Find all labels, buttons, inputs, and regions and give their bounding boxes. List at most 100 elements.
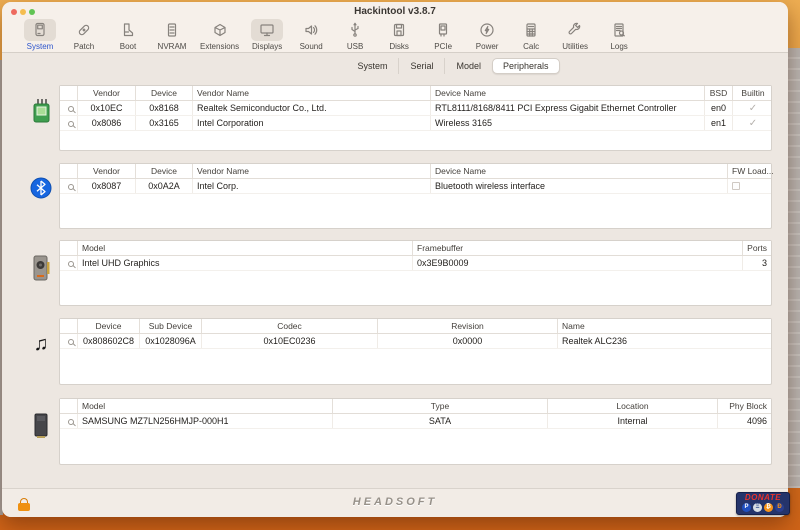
checkbox-cell[interactable]: ✓: [733, 116, 771, 130]
column-header[interactable]: Codec: [202, 319, 378, 333]
table-row[interactable]: Intel UHD Graphics 0x3E9B0009 3: [60, 256, 771, 271]
table-cell: SATA: [333, 414, 548, 428]
nvram-icon: [156, 19, 188, 41]
row-search-cell: [60, 334, 78, 348]
dogecoin-coin-icon: Ð: [775, 503, 784, 512]
tab-serial[interactable]: Serial: [399, 58, 446, 74]
header-spacer: [60, 86, 78, 100]
column-header[interactable]: Ports: [743, 241, 773, 255]
column-header[interactable]: Phy Block: [718, 399, 773, 413]
tab-model[interactable]: Model: [445, 58, 492, 74]
toolbar-item-pcie[interactable]: PCIe: [421, 19, 465, 51]
toolbar-item-nvram[interactable]: NVRAM: [150, 19, 194, 51]
tab-peripherals[interactable]: Peripherals: [492, 58, 560, 74]
headsoft-logo: HEADSOFT: [352, 496, 438, 508]
toolbar-item-calc[interactable]: Calc: [509, 19, 553, 51]
column-header[interactable]: Vendor: [78, 86, 136, 100]
column-header[interactable]: BSD: [705, 86, 733, 100]
usb-icon: [339, 19, 371, 41]
table-header: Vendor Device Vendor Name Device Name FW Loa…: [60, 164, 773, 179]
toolbar-item-label: Utilities: [562, 42, 589, 51]
column-header[interactable]: Device Name: [431, 86, 705, 100]
column-header[interactable]: Type: [333, 399, 548, 413]
column-header[interactable]: Sub Device: [140, 319, 202, 333]
magnifier-icon[interactable]: [68, 419, 74, 425]
toolbar-item-label: System: [26, 42, 54, 51]
magnifier-icon[interactable]: [68, 261, 74, 267]
column-header[interactable]: Builtin: [733, 86, 773, 100]
column-header[interactable]: Revision: [378, 319, 558, 333]
disks-icon: [383, 19, 415, 41]
toolbar-item-label: PCIe: [434, 42, 453, 51]
magnifier-icon[interactable]: [68, 184, 74, 190]
column-header[interactable]: Device: [78, 319, 140, 333]
table-row[interactable]: 0x10EC 0x8168 Realtek Semiconductor Co., L…: [60, 101, 771, 116]
row-search-cell: [60, 179, 78, 193]
toolbar-item-label: Sound: [299, 42, 323, 51]
toolbar-item-patch[interactable]: Patch: [62, 19, 106, 51]
ethernet-icon: [26, 98, 56, 133]
toolbar-item-extensions[interactable]: Extensions: [194, 19, 245, 51]
toolbar-item-displays[interactable]: Displays: [245, 19, 289, 51]
column-header[interactable]: Location: [548, 399, 718, 413]
ethereum-coin-icon: Ξ: [753, 503, 762, 512]
table-row[interactable]: 0x8087 0x0A2A Intel Corp. Bluetooth wireles…: [60, 179, 771, 194]
toolbar-item-disks[interactable]: Disks: [377, 19, 421, 51]
column-header[interactable]: FW Load...: [728, 164, 773, 178]
table-cell: 3: [761, 258, 767, 268]
table-cell: 0x8086: [78, 116, 136, 130]
table-row[interactable]: 0x8086 0x3165 Intel Corporation Wireless 31…: [60, 116, 771, 131]
toolbar-item-usb[interactable]: USB: [333, 19, 377, 51]
bluetooth-table: Vendor Device Vendor Name Device Name FW Loa…: [59, 163, 773, 229]
column-header[interactable]: Vendor Name: [193, 164, 431, 178]
magnifier-icon[interactable]: [68, 121, 74, 127]
toolbar-item-boot[interactable]: Boot: [106, 19, 150, 51]
utilities-icon: [559, 19, 591, 41]
column-header[interactable]: Vendor: [78, 164, 136, 178]
table-cell: Intel UHD Graphics: [78, 256, 413, 270]
hackintool-window: Hackintool v3.8.7 System Patch Boot NVRA…: [2, 2, 788, 517]
checkbox-cell[interactable]: [728, 179, 771, 193]
sound-icon: [295, 19, 327, 41]
system-icon: [24, 19, 56, 41]
table-row[interactable]: 0x808602C8 0x1028096A 0x10EC0236 0x0000 Real…: [60, 334, 771, 349]
magnifier-icon[interactable]: [68, 106, 74, 112]
column-header[interactable]: Model: [78, 241, 413, 255]
storage-table: Model Type Location Phy Block SAMSUNG MZ7LN…: [59, 398, 772, 465]
table-cell: 0x808602C8: [78, 334, 140, 348]
column-header[interactable]: Device: [136, 86, 193, 100]
checkmark-icon[interactable]: ✓: [749, 103, 757, 114]
column-header[interactable]: Device Name: [431, 164, 728, 178]
empty-checkbox[interactable]: [732, 182, 740, 190]
column-header[interactable]: Model: [78, 399, 333, 413]
toolbar-item-power[interactable]: Power: [465, 19, 509, 51]
bottom-bar: HEADSOFT: [2, 488, 788, 517]
toolbar-item-logs[interactable]: Logs: [597, 19, 641, 51]
column-header[interactable]: Device: [136, 164, 193, 178]
table-cell: en0: [705, 101, 733, 115]
tab-system[interactable]: System: [346, 58, 400, 74]
storage-ssd-icon: [26, 412, 56, 445]
table-cell: 4096: [746, 416, 767, 426]
toolbar-item-system[interactable]: System: [18, 19, 62, 51]
peripherals-tabbar: System Serial Model Peripherals: [2, 58, 788, 74]
toolbar-item-label: Logs: [610, 42, 628, 51]
table-body: Intel UHD Graphics 0x3E9B0009 3: [60, 256, 771, 305]
table-cell: Internal: [548, 414, 718, 428]
checkmark-icon[interactable]: ✓: [749, 118, 757, 129]
column-header[interactable]: Framebuffer: [413, 241, 743, 255]
column-header[interactable]: Vendor Name: [193, 86, 431, 100]
toolbar-item-label: Boot: [119, 42, 137, 51]
table-cell: 0x10EC0236: [202, 334, 378, 348]
toolbar-item-label: Displays: [252, 42, 283, 51]
magnifier-icon[interactable]: [68, 339, 74, 345]
column-header[interactable]: Name: [558, 319, 773, 333]
toolbar-item-label: Calc: [523, 42, 540, 51]
toolbar-item-sound[interactable]: Sound: [289, 19, 333, 51]
table-cell: Bluetooth wireless interface: [431, 179, 728, 193]
paypal-coin-icon: P: [742, 503, 751, 512]
toolbar-item-utilities[interactable]: Utilities: [553, 19, 597, 51]
table-row[interactable]: SAMSUNG MZ7LN256HMJP-000H1 SATA Internal 40…: [60, 414, 771, 429]
donate-button[interactable]: DONATE P Ξ ₿ Ð: [736, 492, 790, 515]
checkbox-cell[interactable]: ✓: [733, 101, 771, 115]
